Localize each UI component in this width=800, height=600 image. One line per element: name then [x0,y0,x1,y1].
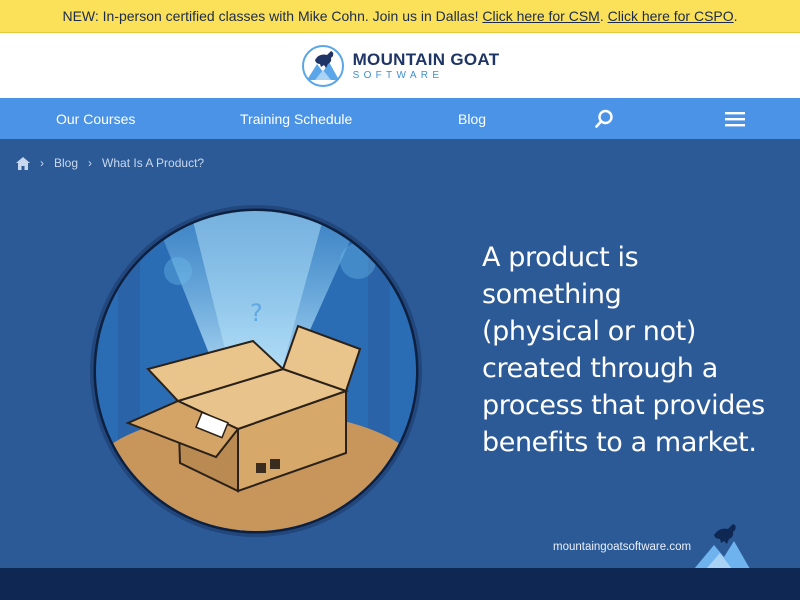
hamburger-menu-icon [725,111,745,126]
csm-link[interactable]: Click here for CSM [482,8,599,24]
cspo-link[interactable]: Click here for CSPO [608,8,734,24]
quote-line: (physical or not) [482,316,696,347]
main-nav: Our Courses Training Schedule Blog [0,98,800,139]
goat-watermark-icon [694,524,750,569]
quote-line: something [482,279,622,310]
product-box-illustration: ? [90,205,422,537]
breadcrumb: › Blog › What Is A Product? [16,156,204,170]
home-icon[interactable] [16,156,30,170]
nav-training-schedule[interactable]: Training Schedule [240,98,352,139]
site-header: MOUNTAIN GOAT SOFTWARE [0,33,800,98]
announcement-text: NEW: In-person certified classes with Mi… [62,8,483,24]
hero-quote: A product is something (physical or not)… [482,239,782,461]
nav-blog[interactable]: Blog [458,98,486,139]
menu-button[interactable] [725,98,745,139]
search-button[interactable] [594,98,614,139]
announcement-bar: NEW: In-person certified classes with Mi… [0,0,800,33]
site-watermark: mountaingoatsoftware.com [553,541,692,553]
footer-band [0,568,800,600]
brand-subtitle: SOFTWARE [352,69,444,81]
goat-logo-icon [301,44,344,87]
quote-line: process that provides [482,390,765,421]
breadcrumb-blog[interactable]: Blog [54,156,78,170]
quote-line: created through a [482,353,718,384]
quote-line: benefits to a market. [482,427,757,458]
svg-text:?: ? [250,299,263,327]
site-logo[interactable]: MOUNTAIN GOAT SOFTWARE [301,44,500,88]
chevron-right-icon: › [88,156,93,170]
brand-title: MOUNTAIN GOAT [352,49,500,69]
announcement-separator: . [599,8,608,24]
announcement-suffix: . [733,8,738,24]
hero-banner: › Blog › What Is A Product? ? A product … [0,139,800,569]
nav-our-courses[interactable]: Our Courses [56,98,135,139]
quote-line: A product is [482,242,639,273]
chevron-right-icon: › [40,156,44,170]
search-icon [595,109,613,128]
breadcrumb-current: What Is A Product? [102,156,205,170]
